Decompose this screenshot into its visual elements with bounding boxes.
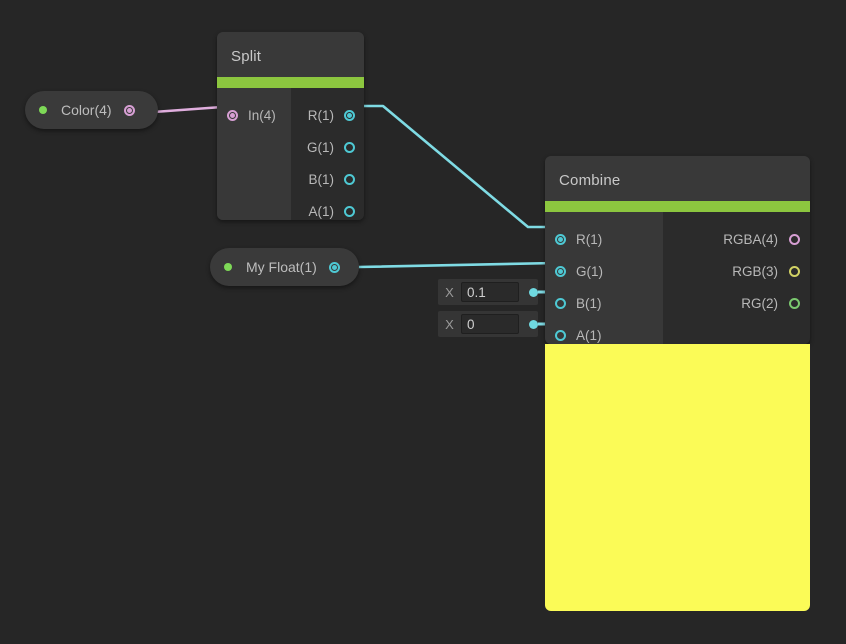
combine-input-row-a[interactable]: A(1) [545,319,663,344]
out-port-combine-rgb[interactable] [789,266,800,277]
vector1-port-dot-a[interactable] [529,320,538,329]
combine-input-row-b[interactable]: B(1) [545,287,663,319]
combine-input-label-g: G(1) [576,264,603,279]
combine-output-row-rg[interactable]: RG(2) [663,287,810,319]
split-output-label-g: G(1) [307,140,334,155]
split-input-label-in4: In(4) [248,108,276,123]
split-output-row-a[interactable]: A(1) [291,195,364,220]
edge-split-r-to-combine-r [357,106,556,227]
split-output-label-a: A(1) [308,204,334,219]
out-port-combine-rgba[interactable] [789,234,800,245]
combine-input-label-b: B(1) [576,296,602,311]
combine-output-row-rgb[interactable]: RGB(3) [663,255,810,287]
combine-output-row-rgba[interactable]: RGBA(4) [663,223,810,255]
combine-accent-bar [545,201,810,212]
split-input-row-in4[interactable]: In(4) [217,99,291,131]
out-port-split-r[interactable] [344,110,355,121]
split-inputs: In(4) [217,88,291,220]
out-port-split-a[interactable] [344,206,355,217]
split-node-title: Split [217,32,364,77]
edge-myfloat-to-combine-g [358,263,556,267]
myfloat-property-label: My Float(1) [246,259,317,275]
node-myfloat-property[interactable]: My Float(1) [210,248,359,286]
combine-node-body: R(1) G(1) B(1) A(1) RGBA(4) [545,212,810,344]
combine-input-label-a: A(1) [576,328,602,343]
split-output-row-b[interactable]: B(1) [291,163,364,195]
color-property-label: Color(4) [61,102,112,118]
in-port-in4[interactable] [227,110,238,121]
vector1-field-b[interactable]: X [438,279,538,305]
property-type-dot [39,106,47,114]
in-port-combine-a[interactable] [555,330,566,341]
vector1-field-a[interactable]: X [438,311,538,337]
node-split[interactable]: Split In(4) R(1) G(1) B(1) [217,32,364,220]
vector1-input-b[interactable] [461,282,519,302]
out-port-color[interactable] [124,105,135,116]
vector1-axis-label-x: X [438,317,461,332]
combine-output-label-rgba: RGBA(4) [723,232,778,247]
graph-canvas[interactable]: Color(4) My Float(1) Split In(4) R(1) [0,0,846,644]
in-port-combine-g[interactable] [555,266,566,277]
split-output-label-b: B(1) [308,172,334,187]
in-port-combine-b[interactable] [555,298,566,309]
combine-input-row-g[interactable]: G(1) [545,255,663,287]
node-color-property[interactable]: Color(4) [25,91,158,129]
out-port-split-b[interactable] [344,174,355,185]
split-output-row-g[interactable]: G(1) [291,131,364,163]
split-node-body: In(4) R(1) G(1) B(1) A(1) [217,88,364,220]
combine-output-label-rgb: RGB(3) [732,264,778,279]
combine-preview-swatch[interactable] [545,344,810,611]
split-output-label-r: R(1) [308,108,334,123]
vector1-axis-label-x: X [438,285,461,300]
out-port-myfloat[interactable] [329,262,340,273]
out-port-combine-rg[interactable] [789,298,800,309]
node-combine[interactable]: Combine R(1) G(1) B(1) A(1) [545,156,810,344]
split-accent-bar [217,77,364,88]
combine-input-row-r[interactable]: R(1) [545,223,663,255]
in-port-combine-r[interactable] [555,234,566,245]
combine-input-label-r: R(1) [576,232,602,247]
combine-inputs: R(1) G(1) B(1) A(1) [545,212,663,344]
combine-output-label-rg: RG(2) [741,296,778,311]
combine-outputs: RGBA(4) RGB(3) RG(2) [663,212,810,344]
split-output-row-r[interactable]: R(1) [291,99,364,131]
property-type-dot [224,263,232,271]
combine-node-title: Combine [545,156,810,201]
vector1-port-dot-b[interactable] [529,288,538,297]
out-port-split-g[interactable] [344,142,355,153]
vector1-input-a[interactable] [461,314,519,334]
split-outputs: R(1) G(1) B(1) A(1) [291,88,364,220]
